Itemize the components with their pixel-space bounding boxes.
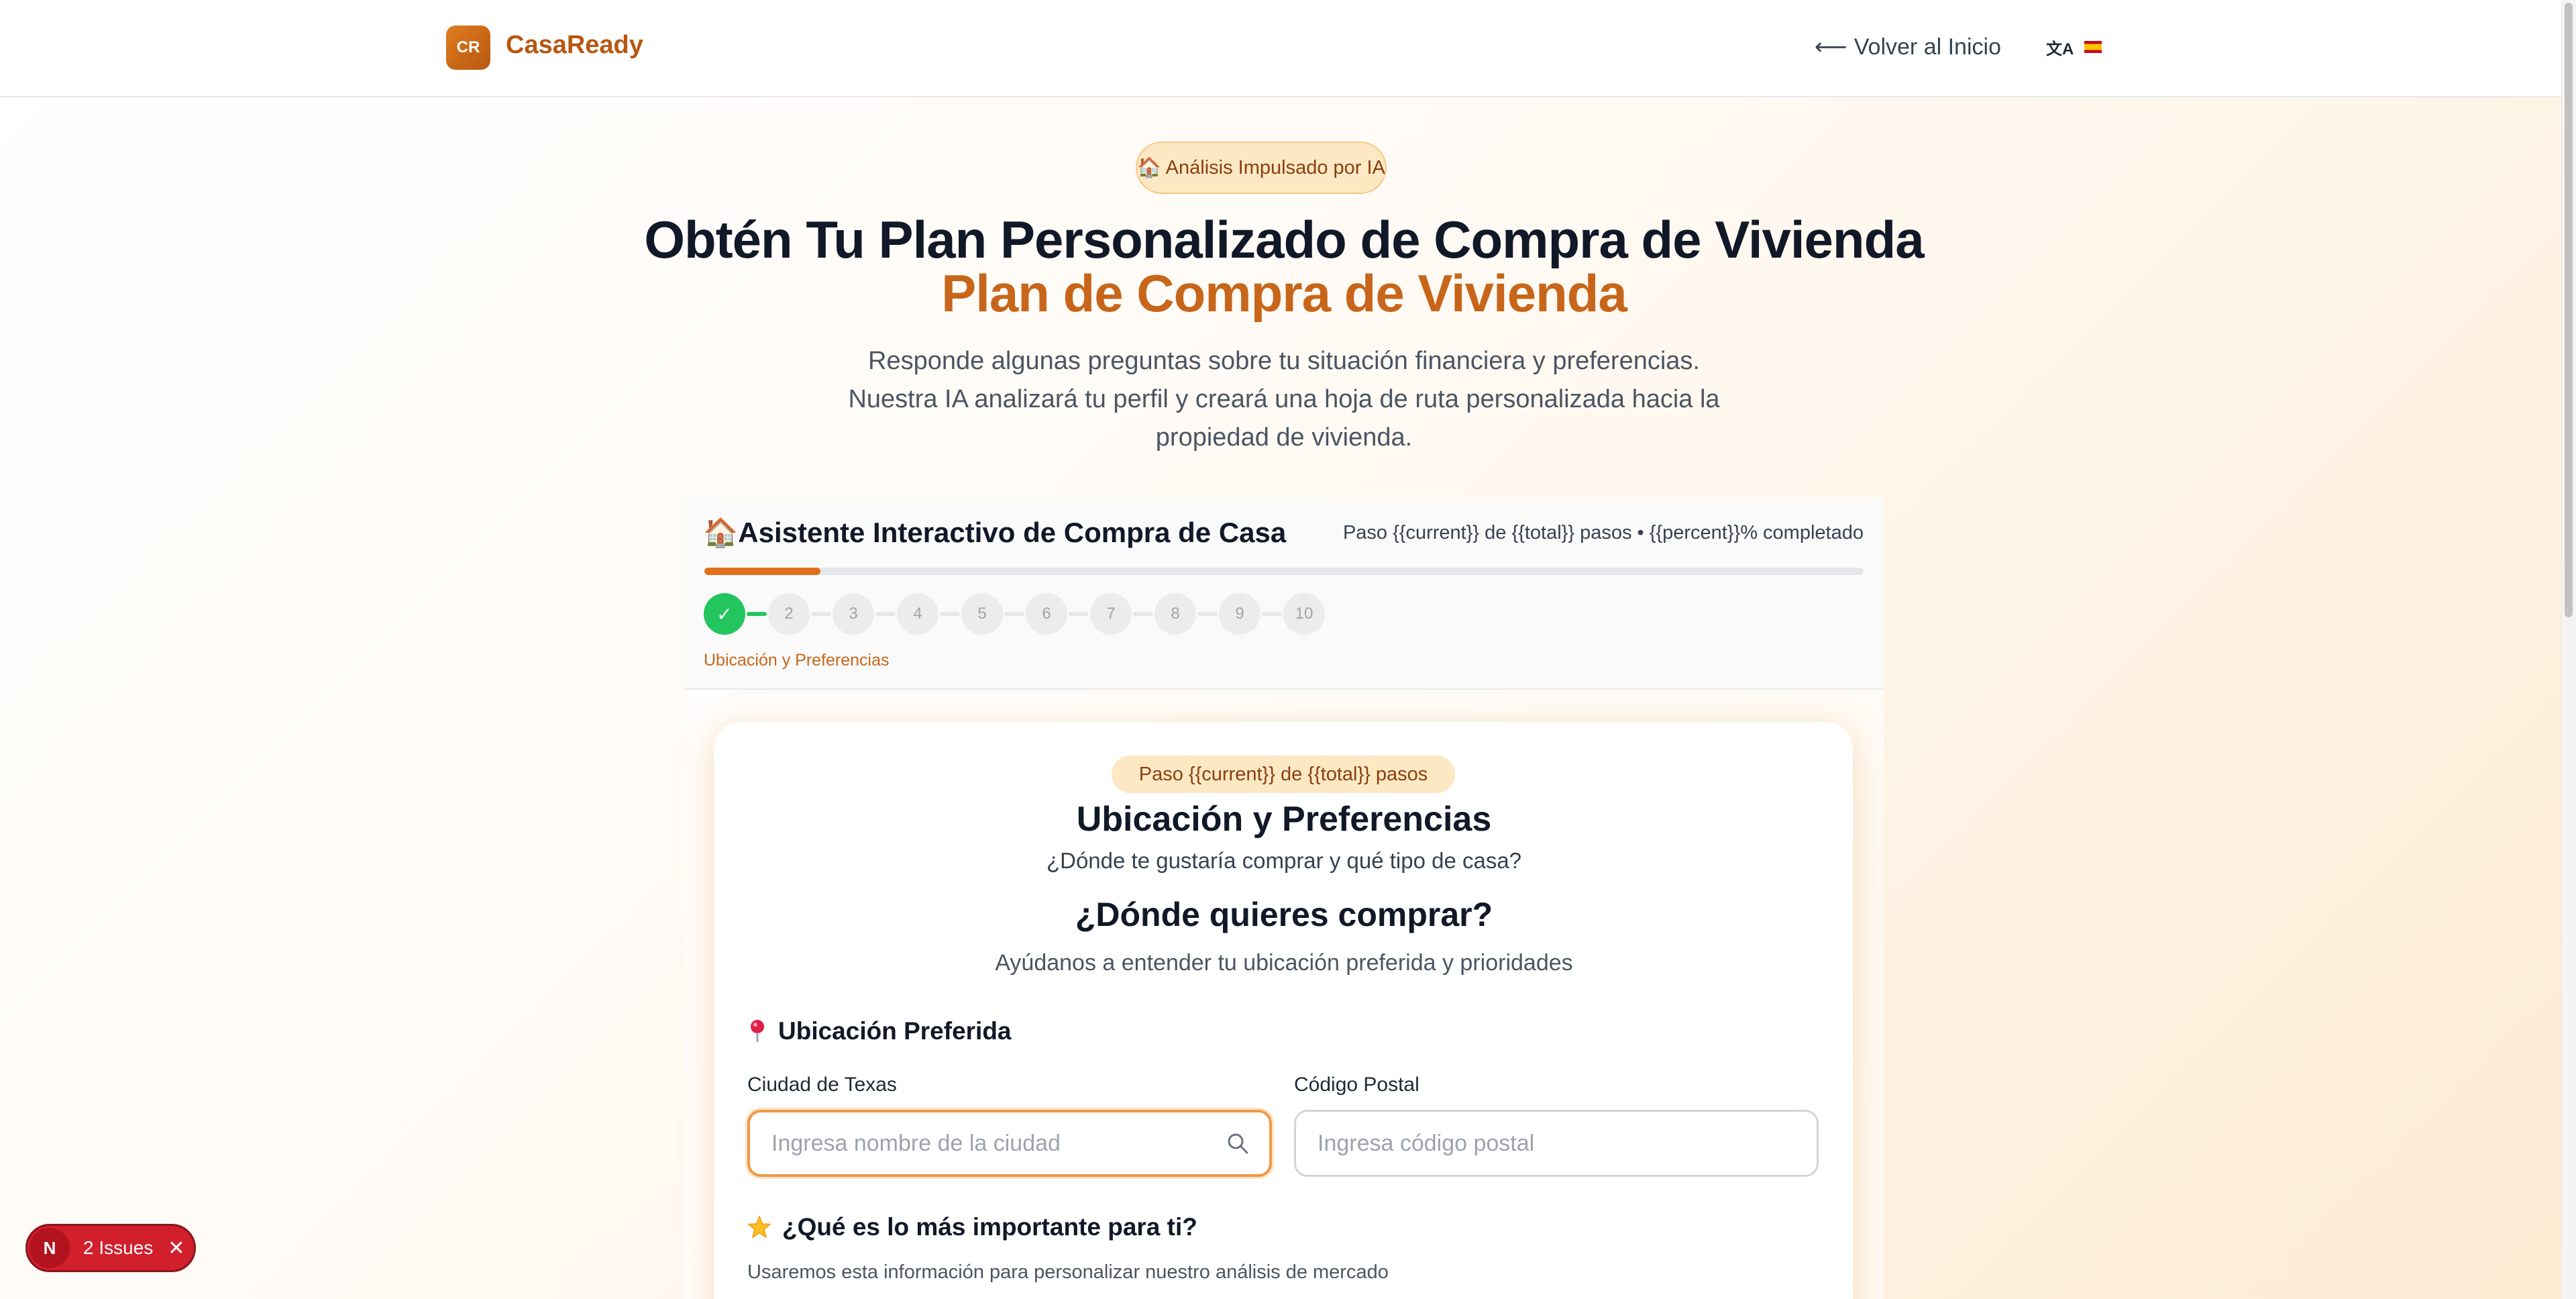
step-connector: [747, 612, 767, 616]
zip-label: Código Postal: [1294, 1074, 1419, 1096]
step-connector: [1197, 612, 1218, 616]
translate-icon: 文A: [2046, 40, 2074, 58]
issues-label[interactable]: 2 Issues: [83, 1237, 153, 1259]
star-icon: [747, 1215, 771, 1239]
step-indicator: ✓ 2 3 4 5 6 7 8 9 10: [704, 592, 1325, 635]
ai-analysis-badge: 🏠 Análisis Impulsado por IA: [1136, 142, 1387, 194]
back-home-label: Volver al Inicio: [1854, 34, 2001, 60]
step-connector: [1004, 612, 1024, 616]
step-connector: [940, 612, 960, 616]
city-label: Ciudad de Texas: [747, 1074, 897, 1096]
zip-input[interactable]: [1316, 1129, 1796, 1157]
step-7[interactable]: 7: [1090, 593, 1132, 635]
section-subtitle: Ayúdanos a entender tu ubicación preferi…: [995, 950, 1573, 976]
page-description: Responde algunas preguntas sobre tu situ…: [848, 347, 1720, 452]
priority-subtitle: Usaremos esta información para personali…: [747, 1261, 1389, 1283]
nextjs-logo-icon: N: [30, 1228, 70, 1268]
step-6[interactable]: 6: [1026, 593, 1067, 635]
section-title: ¿Dónde quieres comprar?: [1075, 896, 1493, 933]
step-pill: Paso {{current}} de {{total}} pasos: [1112, 756, 1455, 793]
page-title: Obtén Tu Plan Personalizado de Compra de…: [644, 210, 1924, 269]
language-switcher[interactable]: 文A: [2046, 34, 2102, 60]
page-title-highlight: Plan de Compra de Vivienda: [941, 264, 1627, 323]
back-home-link[interactable]: ⟵ Volver al Inicio: [1815, 34, 2001, 60]
card-subtitle: ¿Dónde te gustaría comprar y qué tipo de…: [1046, 848, 1522, 873]
priority-heading-label: ¿Qué es lo más importante para ti?: [782, 1213, 1197, 1241]
priority-heading: ¿Qué es lo más importante para ti?: [747, 1213, 1197, 1241]
progress-bar-fill: [704, 568, 820, 575]
wizard-title: 🏠Asistente Interactivo de Compra de Casa: [703, 517, 1287, 548]
top-header: CR CasaReady ⟵ Volver al Inicio 文A: [0, 0, 2561, 97]
map-pin-icon: [751, 1020, 764, 1042]
location-heading: Ubicación Preferida: [747, 1017, 1012, 1045]
step-9[interactable]: 9: [1219, 593, 1260, 635]
step-4[interactable]: 4: [897, 593, 938, 635]
step-complete-check[interactable]: ✓: [704, 593, 745, 635]
issues-toast[interactable]: N 2 Issues ✕: [25, 1224, 196, 1272]
step-8[interactable]: 8: [1155, 593, 1196, 635]
zip-input-wrapper[interactable]: [1294, 1110, 1819, 1177]
wizard-progress-text: Paso {{current}} de {{total}} pasos • {{…: [1342, 522, 1864, 543]
step-connector: [875, 612, 896, 616]
step-3[interactable]: 3: [833, 593, 874, 635]
step-connector: [811, 612, 831, 616]
step-connector: [1133, 612, 1153, 616]
current-step-label: Ubicación y Preferencias: [704, 651, 890, 670]
step-10[interactable]: 10: [1283, 593, 1325, 635]
spain-flag-icon: [2084, 41, 2102, 53]
brand-name[interactable]: CasaReady: [506, 31, 643, 60]
step-2[interactable]: 2: [768, 593, 810, 635]
search-icon[interactable]: [1226, 1132, 1249, 1155]
card-title: Ubicación y Preferencias: [1076, 800, 1492, 839]
city-input-wrapper[interactable]: [747, 1110, 1272, 1177]
city-input[interactable]: [770, 1129, 1226, 1157]
close-icon[interactable]: ✕: [168, 1237, 184, 1260]
progress-bar: [704, 568, 1864, 575]
step-connector: [1262, 612, 1282, 616]
step-connector: [1069, 612, 1089, 616]
location-heading-label: Ubicación Preferida: [778, 1017, 1012, 1045]
logo-badge[interactable]: CR: [446, 25, 490, 70]
step-5[interactable]: 5: [961, 593, 1003, 635]
arrow-left-icon: ⟵: [1815, 34, 1847, 60]
